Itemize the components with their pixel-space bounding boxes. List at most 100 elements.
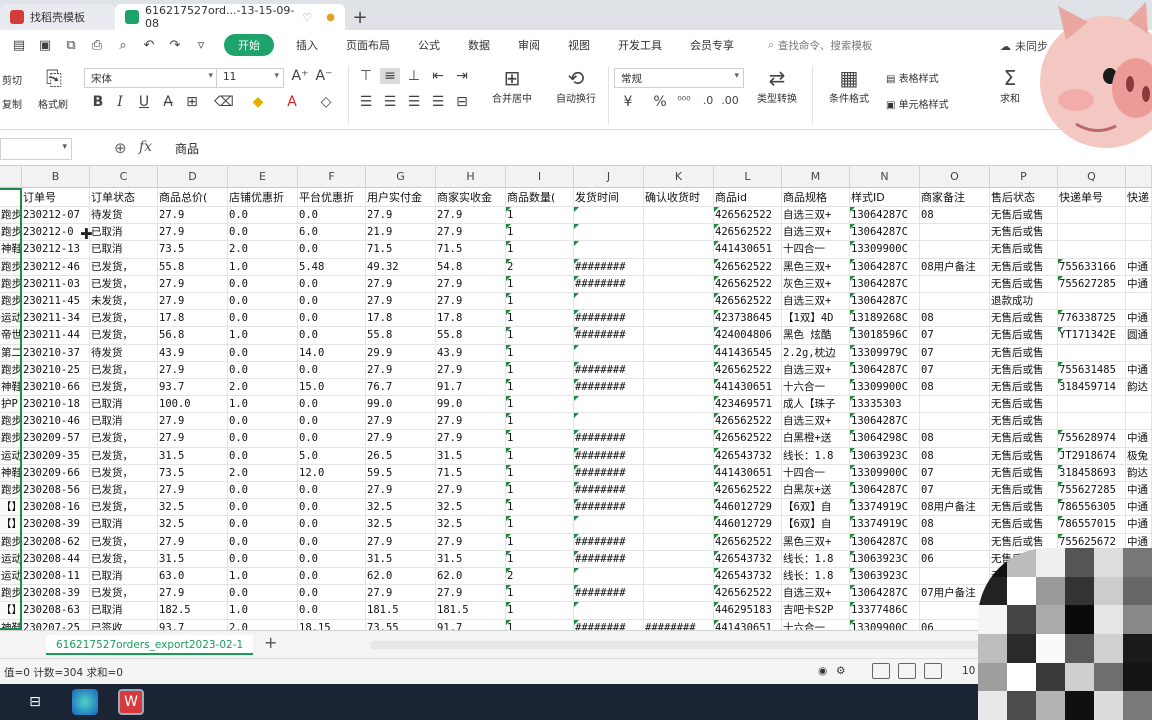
- table-cell[interactable]: [644, 258, 714, 275]
- table-cell[interactable]: 1: [506, 413, 574, 430]
- table-cell[interactable]: 07: [920, 361, 990, 378]
- table-cell[interactable]: 27.9: [158, 207, 228, 224]
- merge-center-button[interactable]: ⊞ 合并居中: [482, 66, 542, 105]
- table-cell[interactable]: 已发货，: [90, 378, 158, 396]
- table-cell[interactable]: 商家实收金: [436, 188, 506, 206]
- table-cell[interactable]: 商品数量(: [506, 188, 574, 206]
- table-cell[interactable]: 426562522: [714, 413, 782, 430]
- autosum-button[interactable]: Σ 求和: [990, 66, 1030, 105]
- table-cell[interactable]: 无售后或售: [990, 344, 1058, 361]
- column-header[interactable]: [1126, 166, 1152, 188]
- table-cell[interactable]: [1126, 241, 1152, 258]
- table-cell[interactable]: 平台优惠折: [298, 188, 366, 206]
- table-cell[interactable]: 1: [506, 378, 574, 396]
- table-cell[interactable]: 0.0: [228, 447, 298, 464]
- table-cell[interactable]: 已发货，: [90, 275, 158, 292]
- table-cell[interactable]: 21.9: [366, 224, 436, 241]
- table-cell[interactable]: [644, 585, 714, 602]
- table-cell[interactable]: 17.8: [158, 310, 228, 327]
- table-cell[interactable]: 08: [920, 533, 990, 550]
- table-cell[interactable]: 426543732: [714, 447, 782, 464]
- table-cell[interactable]: 白黑橙+送: [782, 430, 850, 447]
- table-cell[interactable]: 韵达: [1126, 464, 1152, 481]
- table-cell[interactable]: 1: [506, 310, 574, 327]
- sheet-tab-orders[interactable]: 616217527orders_export2023-02-1: [46, 635, 254, 655]
- table-cell[interactable]: 27.9: [366, 207, 436, 224]
- table-cell[interactable]: 91.7: [436, 378, 506, 396]
- table-cell[interactable]: [1126, 224, 1152, 241]
- table-cell[interactable]: 27.9: [436, 533, 506, 550]
- fill-color-icon[interactable]: ◆: [248, 94, 268, 110]
- file-menu-icon[interactable]: ▤: [8, 34, 30, 56]
- column-header[interactable]: B: [22, 166, 90, 188]
- table-cell[interactable]: 跑步: [0, 482, 22, 499]
- table-cell[interactable]: 线长：1.8: [782, 567, 850, 585]
- table-cell[interactable]: 2: [506, 258, 574, 275]
- table-cell[interactable]: [1058, 241, 1126, 258]
- font-grow-icon[interactable]: A⁺: [290, 68, 310, 84]
- table-cell[interactable]: 自选三双+: [782, 292, 850, 310]
- table-cell[interactable]: 07: [920, 464, 990, 481]
- table-cell[interactable]: 13063923C: [850, 567, 920, 585]
- table-cell[interactable]: 已发货，: [90, 361, 158, 378]
- table-cell[interactable]: 181.5: [436, 602, 506, 619]
- table-cell[interactable]: ########: [574, 619, 644, 630]
- table-cell[interactable]: 订单号: [22, 188, 90, 206]
- table-cell[interactable]: 【】: [0, 499, 22, 516]
- table-cell[interactable]: 已发货，: [90, 585, 158, 602]
- table-cell[interactable]: 27.9: [366, 585, 436, 602]
- table-cell[interactable]: 商品id: [714, 188, 782, 206]
- table-cell[interactable]: 31.5: [158, 447, 228, 464]
- column-header[interactable]: K: [644, 166, 714, 188]
- table-cell[interactable]: 31.5: [366, 550, 436, 567]
- table-cell[interactable]: 退款成功: [990, 292, 1058, 310]
- table-cell[interactable]: 230208-62: [22, 533, 90, 550]
- table-cell[interactable]: 426562522: [714, 292, 782, 310]
- table-cell[interactable]: 54.8: [436, 258, 506, 275]
- table-cell[interactable]: 0.0: [298, 361, 366, 378]
- table-cell[interactable]: 426562522: [714, 533, 782, 550]
- table-cell[interactable]: 27.9: [158, 430, 228, 447]
- table-cell[interactable]: 17.8: [436, 310, 506, 327]
- table-cell[interactable]: 230209-66: [22, 464, 90, 481]
- table-cell[interactable]: 0.0: [228, 224, 298, 241]
- table-cell[interactable]: 【6双】自: [782, 499, 850, 516]
- table-cell[interactable]: 27.9: [366, 361, 436, 378]
- table-cell[interactable]: 中通: [1126, 516, 1152, 533]
- table-cell[interactable]: 已发货，: [90, 430, 158, 447]
- table-cell[interactable]: [920, 292, 990, 310]
- table-cell[interactable]: 08: [920, 430, 990, 447]
- table-cell[interactable]: 73.5: [158, 241, 228, 258]
- table-cell[interactable]: 230210-46: [22, 413, 90, 430]
- function-icon[interactable]: fx: [139, 139, 152, 155]
- cut-button[interactable]: 剪切: [0, 72, 24, 87]
- table-cell[interactable]: 0.0: [298, 550, 366, 567]
- table-cell[interactable]: 已发货，: [90, 447, 158, 464]
- table-cell[interactable]: 2.0: [228, 378, 298, 396]
- table-cell[interactable]: 已取消: [90, 241, 158, 258]
- table-cell[interactable]: 29.9: [366, 344, 436, 361]
- table-cell[interactable]: [574, 292, 644, 310]
- table-cell[interactable]: 无售后或售: [990, 396, 1058, 413]
- column-header[interactable]: C: [90, 166, 158, 188]
- table-cell[interactable]: 无售后或售: [990, 224, 1058, 241]
- table-cell[interactable]: 0.0: [298, 275, 366, 292]
- table-cell[interactable]: JT2918674: [1058, 447, 1126, 464]
- table-cell[interactable]: 08用户备注: [920, 258, 990, 275]
- page-break-view-icon[interactable]: [924, 663, 942, 679]
- table-cell[interactable]: [644, 292, 714, 310]
- menu-page-layout[interactable]: 页面布局: [334, 34, 402, 56]
- zoom-level[interactable]: 10: [962, 665, 975, 677]
- table-cell[interactable]: 2.2g,枕边: [782, 344, 850, 361]
- table-cell[interactable]: 样式ID: [850, 188, 920, 206]
- table-cell[interactable]: 08: [920, 310, 990, 327]
- table-cell[interactable]: 13064287C: [850, 292, 920, 310]
- task-view-icon[interactable]: ⊟: [22, 689, 48, 715]
- table-cell[interactable]: ########: [574, 482, 644, 499]
- decrease-decimal-icon[interactable]: .00: [720, 94, 740, 107]
- table-cell[interactable]: 【】: [0, 602, 22, 619]
- table-cell[interactable]: 13063923C: [850, 447, 920, 464]
- table-cell[interactable]: ########: [574, 275, 644, 292]
- table-cell[interactable]: 230208-44: [22, 550, 90, 567]
- table-cell[interactable]: [644, 327, 714, 344]
